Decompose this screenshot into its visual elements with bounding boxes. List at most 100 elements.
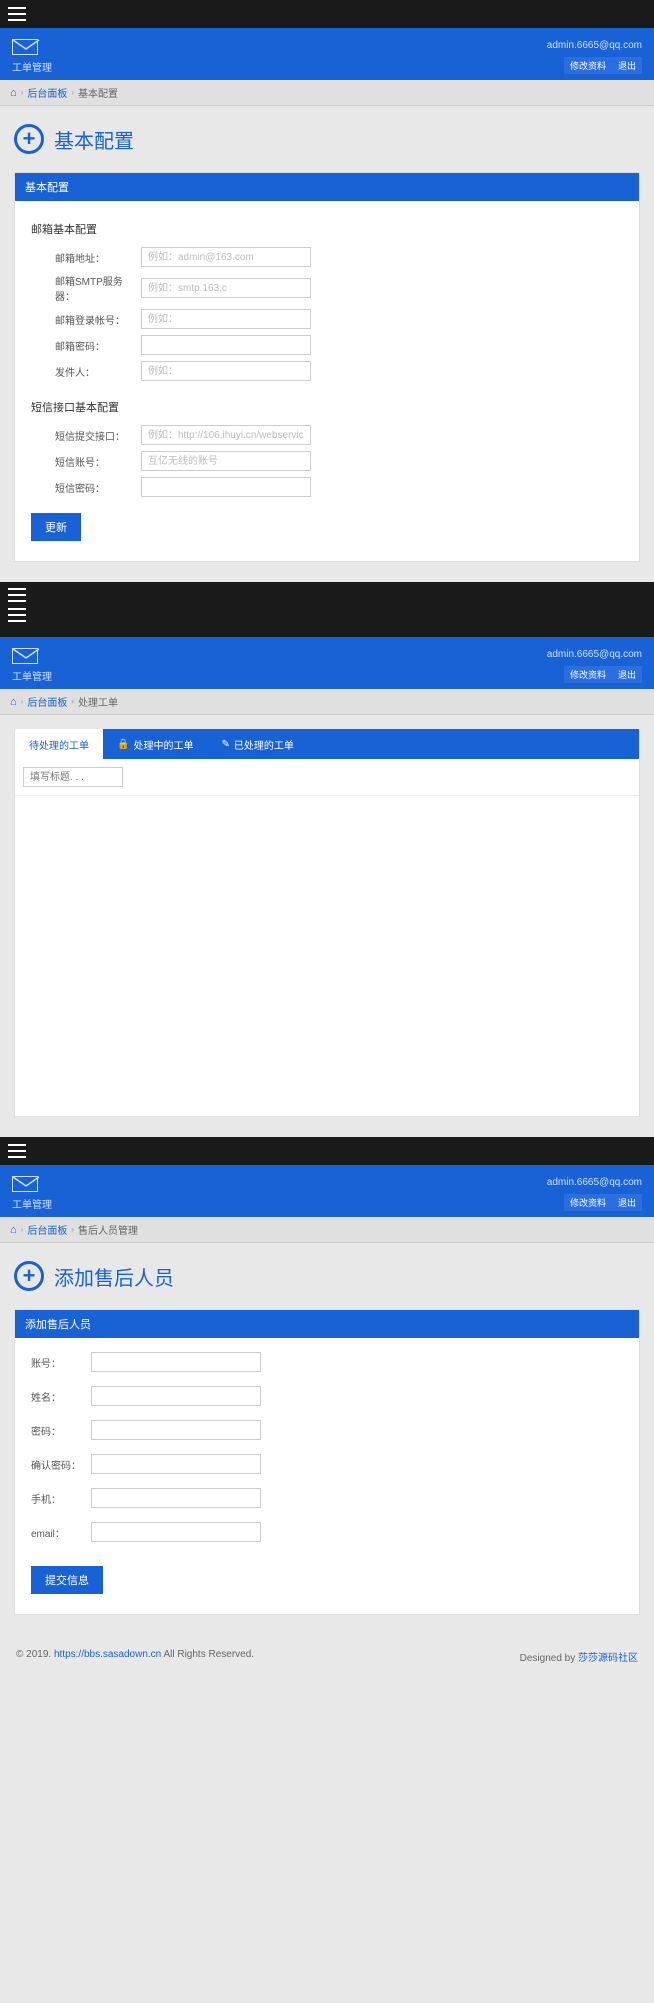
label-phone: 手机： <box>31 1491 91 1506</box>
input-name[interactable] <box>91 1386 261 1406</box>
copyright-pre: © 2019. <box>16 1649 54 1660</box>
add-staff-panel: 添加售后人员 账号： 姓名： 密码： 确认密码： 手机： <box>14 1309 640 1615</box>
blue-header: 工单管理 admin.6665@qq.com 修改资料 退出 <box>0 1165 654 1217</box>
page-title-row: + 添加售后人员 <box>0 1243 654 1309</box>
profile-button[interactable]: 修改资料 <box>564 57 612 74</box>
crumb-current: 处理工单 <box>78 694 118 709</box>
input-email-addr[interactable] <box>141 247 311 267</box>
mail-icon <box>12 1176 38 1192</box>
blue-header: 工单管理 admin.6665@qq.com 修改资料 退出 <box>0 28 654 80</box>
label-pwd2: 确认密码： <box>31 1457 91 1472</box>
designed-link[interactable]: 莎莎源码社区 <box>578 1653 638 1664</box>
update-button[interactable]: 更新 <box>31 513 81 541</box>
input-sender[interactable] <box>141 361 311 381</box>
panel-body: 账号： 姓名： 密码： 确认密码： 手机： email： <box>15 1338 639 1614</box>
home-icon[interactable]: ⌂ <box>10 87 17 99</box>
user-email: admin.6665@qq.com <box>547 649 642 660</box>
input-sms-api[interactable] <box>141 425 311 445</box>
label-sms-acct: 短信账号： <box>55 454 141 469</box>
logout-button[interactable]: 退出 <box>612 666 642 683</box>
user-email: admin.6665@qq.com <box>547 1177 642 1188</box>
brand-title: 工单管理 <box>12 59 52 74</box>
tab-done[interactable]: ✎ 已处理的工单 <box>207 729 307 759</box>
user-box: admin.6665@qq.com 修改资料 退出 <box>547 649 642 683</box>
crumb-dashboard[interactable]: 后台面板 <box>27 85 67 100</box>
config-panel: 基本配置 邮箱基本配置 邮箱地址： 邮箱SMTP服务器： 邮箱登录帐号： 邮箱密… <box>14 172 640 562</box>
user-box: admin.6665@qq.com 修改资料 退出 <box>547 40 642 74</box>
label-email-login: 邮箱登录帐号： <box>55 312 141 327</box>
hamburger-icon[interactable] <box>8 588 26 602</box>
designed-pre: Designed by <box>520 1653 578 1664</box>
brand: 工单管理 <box>12 648 52 683</box>
profile-button[interactable]: 修改资料 <box>564 666 612 683</box>
brand: 工单管理 <box>12 39 52 74</box>
label-sms-pwd: 短信密码： <box>55 480 141 495</box>
tab-processing-label: 处理中的工单 <box>133 737 193 752</box>
screenshot-2: 工单管理 admin.6665@qq.com 修改资料 退出 ⌂ › 后台面板 … <box>0 582 654 1117</box>
home-icon[interactable]: ⌂ <box>10 1224 17 1236</box>
panel-body: 邮箱基本配置 邮箱地址： 邮箱SMTP服务器： 邮箱登录帐号： 邮箱密码： 发件… <box>15 201 639 561</box>
input-sms-pwd[interactable] <box>141 477 311 497</box>
page-title: 添加售后人员 <box>54 1262 174 1291</box>
page-title-row: + 基本配置 <box>0 106 654 172</box>
logout-button[interactable]: 退出 <box>612 1194 642 1211</box>
input-acct[interactable] <box>91 1352 261 1372</box>
crumb-sep: › <box>71 88 74 97</box>
label-sender: 发件人： <box>55 364 141 379</box>
input-email-pwd[interactable] <box>141 335 311 355</box>
row-pwd2: 确认密码： <box>31 1454 623 1474</box>
label-email-pwd: 邮箱密码： <box>55 338 141 353</box>
profile-button[interactable]: 修改资料 <box>564 1194 612 1211</box>
search-row <box>15 759 639 796</box>
search-input[interactable] <box>23 767 123 787</box>
label-email-addr: 邮箱地址： <box>55 250 141 265</box>
hamburger-icon-2[interactable] <box>8 608 26 622</box>
logout-button[interactable]: 退出 <box>612 57 642 74</box>
label-smtp: 邮箱SMTP服务器： <box>55 273 141 303</box>
row-sender: 发件人： <box>31 361 623 381</box>
crumb-dashboard[interactable]: 后台面板 <box>27 1222 67 1237</box>
breadcrumb: ⌂ › 后台面板 › 基本配置 <box>0 80 654 106</box>
input-pwd[interactable] <box>91 1420 261 1440</box>
tabs: 待处理的工单 🔒 处理中的工单 ✎ 已处理的工单 <box>15 729 639 759</box>
label-sms-api: 短信提交接口： <box>55 428 141 443</box>
copyright-post: All Rights Reserved. <box>161 1649 254 1660</box>
breadcrumb: ⌂ › 后台面板 › 售后人员管理 <box>0 1217 654 1243</box>
screenshot-1: 工单管理 admin.6665@qq.com 修改资料 退出 ⌂ › 后台面板 … <box>0 0 654 562</box>
user-box: admin.6665@qq.com 修改资料 退出 <box>547 1177 642 1211</box>
input-email[interactable] <box>91 1522 261 1542</box>
input-email-login[interactable] <box>141 309 311 329</box>
crumb-sep: › <box>71 697 74 706</box>
plus-icon[interactable]: + <box>14 1261 44 1291</box>
row-email: email： <box>31 1522 623 1542</box>
crumb-sep: › <box>21 1225 24 1234</box>
plus-icon[interactable]: + <box>14 124 44 154</box>
tab-pending[interactable]: 待处理的工单 <box>15 729 103 759</box>
hamburger-icon[interactable] <box>8 7 26 21</box>
input-sms-acct[interactable] <box>141 451 311 471</box>
panel-header: 添加售后人员 <box>15 1310 639 1338</box>
crumb-dashboard[interactable]: 后台面板 <box>27 694 67 709</box>
row-sms-acct: 短信账号： <box>31 451 623 471</box>
home-icon[interactable]: ⌂ <box>10 696 17 708</box>
copyright-link[interactable]: https://bbs.sasadown.cn <box>54 1649 161 1660</box>
hamburger-icon[interactable] <box>8 1144 26 1158</box>
crumb-sep: › <box>71 1225 74 1234</box>
input-pwd2[interactable] <box>91 1454 261 1474</box>
brand: 工单管理 <box>12 1176 52 1211</box>
input-phone[interactable] <box>91 1488 261 1508</box>
input-smtp[interactable] <box>141 278 311 298</box>
topbar <box>0 0 654 28</box>
label-acct: 账号： <box>31 1355 91 1370</box>
tab-processing[interactable]: 🔒 处理中的工单 <box>103 729 207 759</box>
row-sms-pwd: 短信密码： <box>31 477 623 497</box>
row-name: 姓名： <box>31 1386 623 1406</box>
tab-pending-label: 待处理的工单 <box>29 737 89 752</box>
row-pwd: 密码： <box>31 1420 623 1440</box>
submit-button[interactable]: 提交信息 <box>31 1566 103 1594</box>
row-email-login: 邮箱登录帐号： <box>31 309 623 329</box>
row-email-pwd: 邮箱密码： <box>31 335 623 355</box>
row-email-addr: 邮箱地址： <box>31 247 623 267</box>
topbar <box>0 582 654 637</box>
edit-icon: ✎ <box>221 739 229 750</box>
